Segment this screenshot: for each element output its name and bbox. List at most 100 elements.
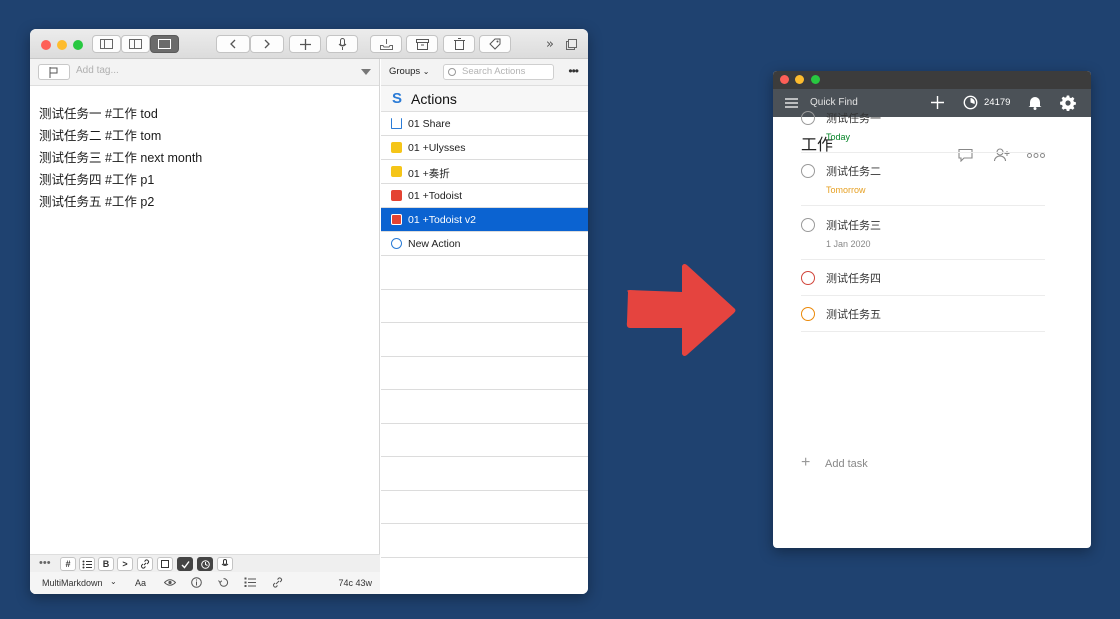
more-keys-icon[interactable]: ••• — [39, 557, 51, 569]
draft-text[interactable]: 测试任务一 #工作 tod 测试任务二 #工作 tom 测试任务三 #工作 ne… — [39, 103, 202, 213]
editor-only-icon — [158, 39, 171, 49]
more-options-icon[interactable] — [1027, 153, 1045, 158]
action-row[interactable]: 01 +奏折 — [381, 160, 588, 184]
chevron-down-icon[interactable]: ⌄ — [110, 577, 117, 586]
task-list-icon[interactable] — [244, 577, 256, 588]
close-window-button[interactable] — [41, 40, 51, 50]
tag-button[interactable] — [479, 35, 511, 53]
action-row[interactable]: 01 +Todoist v2 — [381, 208, 588, 232]
empty-row — [381, 524, 588, 558]
action-row[interactable]: 01 +Todoist — [381, 184, 588, 208]
history-icon[interactable] — [218, 577, 229, 588]
task-checkbox[interactable] — [801, 164, 815, 178]
plus-icon: + — [801, 454, 811, 471]
draft-line: 测试任务二 #工作 tom — [39, 129, 162, 143]
draft-line: 测试任务五 #工作 p2 — [39, 195, 155, 209]
draft-line: 测试任务三 #工作 next month — [39, 151, 203, 165]
microphone-icon — [221, 559, 229, 566]
more-toolbar-icon[interactable]: » — [546, 37, 554, 52]
list-icon — [82, 560, 92, 569]
arrow-shape — [626, 264, 736, 356]
task-due-date[interactable]: Today — [826, 132, 850, 142]
more-options-icon[interactable]: ••• — [568, 64, 579, 78]
character-word-count: 74c 43w — [338, 578, 372, 588]
task-name: 测试任务一 — [826, 113, 881, 125]
search-actions-input[interactable]: Search Actions — [443, 64, 554, 80]
todoist-titlebar — [773, 71, 1091, 89]
task-due-date[interactable]: 1 Jan 2020 — [826, 239, 871, 249]
toggle-list-button[interactable] — [121, 35, 150, 53]
tag-input[interactable]: Add tag... — [76, 65, 119, 76]
task-item[interactable]: 测试任务四 — [801, 268, 1045, 296]
font-size-button[interactable]: Aa — [135, 578, 146, 588]
back-button[interactable] — [216, 35, 250, 53]
task-checkbox[interactable] — [801, 307, 815, 321]
tag-dropdown-icon[interactable] — [361, 69, 371, 75]
trash-icon — [453, 38, 465, 50]
toggle-sidebar-button[interactable] — [92, 35, 121, 53]
new-draft-button[interactable] — [289, 35, 321, 53]
inbox-button[interactable] — [370, 35, 402, 53]
task-name: 测试任务三 — [826, 220, 881, 232]
task-checkbox[interactable] — [801, 218, 815, 232]
menu-icon[interactable] — [785, 98, 798, 108]
trash-button[interactable] — [443, 35, 475, 53]
zoom-window-button[interactable] — [73, 40, 83, 50]
window-copy-icon[interactable] — [566, 39, 577, 50]
list-key[interactable] — [79, 557, 95, 571]
minimize-window-button[interactable] — [57, 40, 67, 50]
task-item[interactable]: 测试任务一 Today — [801, 108, 1045, 153]
quick-find-input[interactable]: Quick Find — [810, 97, 858, 108]
action-row[interactable]: 01 +Ulysses — [381, 136, 588, 160]
groups-dropdown[interactable]: Groups ⌄ — [389, 66, 430, 77]
empty-row — [381, 323, 588, 357]
empty-row — [381, 290, 588, 323]
close-window-button[interactable] — [780, 75, 789, 84]
todoist-window: Quick Find 24179 工作 测试任务一 Today 测试任务二 Tomor… — [773, 71, 1091, 548]
link-key[interactable] — [137, 557, 153, 571]
empty-row — [381, 256, 588, 290]
action-row[interactable]: New Action — [381, 232, 588, 256]
actions-header: S Actions — [381, 86, 588, 112]
checkmark-icon — [181, 561, 190, 569]
chevron-left-icon — [230, 39, 236, 49]
heading-key[interactable]: # — [60, 557, 76, 571]
clock-icon — [200, 560, 210, 569]
task-item[interactable]: 测试任务三 1 Jan 2020 — [801, 215, 1045, 260]
search-placeholder: Search Actions — [462, 66, 526, 77]
settings-gear-icon[interactable] — [1060, 95, 1076, 111]
karma-count[interactable]: 24179 — [984, 97, 1010, 108]
archive-button[interactable] — [406, 35, 438, 53]
bold-key[interactable]: B — [98, 557, 114, 571]
task-checkbox[interactable] — [801, 271, 815, 285]
focus-mode-button[interactable] — [150, 35, 179, 53]
syntax-selector[interactable]: MultiMarkdown — [42, 578, 103, 588]
document-icon — [391, 166, 402, 177]
action-row[interactable]: 01 Share — [381, 112, 588, 136]
groups-label: Groups — [389, 66, 421, 77]
actions-pane: Groups ⌄ Search Actions ••• S Actions 01… — [381, 59, 588, 594]
empty-row — [381, 491, 588, 524]
check-key[interactable] — [177, 557, 193, 571]
document-icon — [391, 142, 402, 153]
task-item[interactable]: 测试任务二 Tomorrow — [801, 161, 1045, 206]
preview-eye-icon[interactable] — [164, 578, 176, 587]
task-item[interactable]: 测试任务五 — [801, 304, 1045, 332]
zoom-window-button[interactable] — [811, 75, 820, 84]
task-due-date[interactable]: Tomorrow — [826, 185, 866, 195]
clock-key[interactable] — [197, 557, 213, 571]
quote-key[interactable]: > — [117, 557, 133, 571]
task-checkbox[interactable] — [801, 111, 815, 125]
empty-row — [381, 424, 588, 457]
actions-empty-rows — [381, 256, 588, 558]
action-label: New Action — [408, 238, 461, 250]
link-icon[interactable] — [272, 577, 283, 588]
select-key[interactable] — [157, 557, 173, 571]
minimize-window-button[interactable] — [795, 75, 804, 84]
flag-button[interactable] — [38, 64, 70, 80]
dictate-button[interactable] — [326, 35, 358, 53]
mic-key[interactable] — [217, 557, 233, 571]
next-button[interactable] — [250, 35, 284, 53]
info-icon[interactable] — [191, 577, 202, 588]
editor-pane: Add tag... 测试任务一 #工作 tod 测试任务二 #工作 tom 测… — [30, 59, 380, 594]
